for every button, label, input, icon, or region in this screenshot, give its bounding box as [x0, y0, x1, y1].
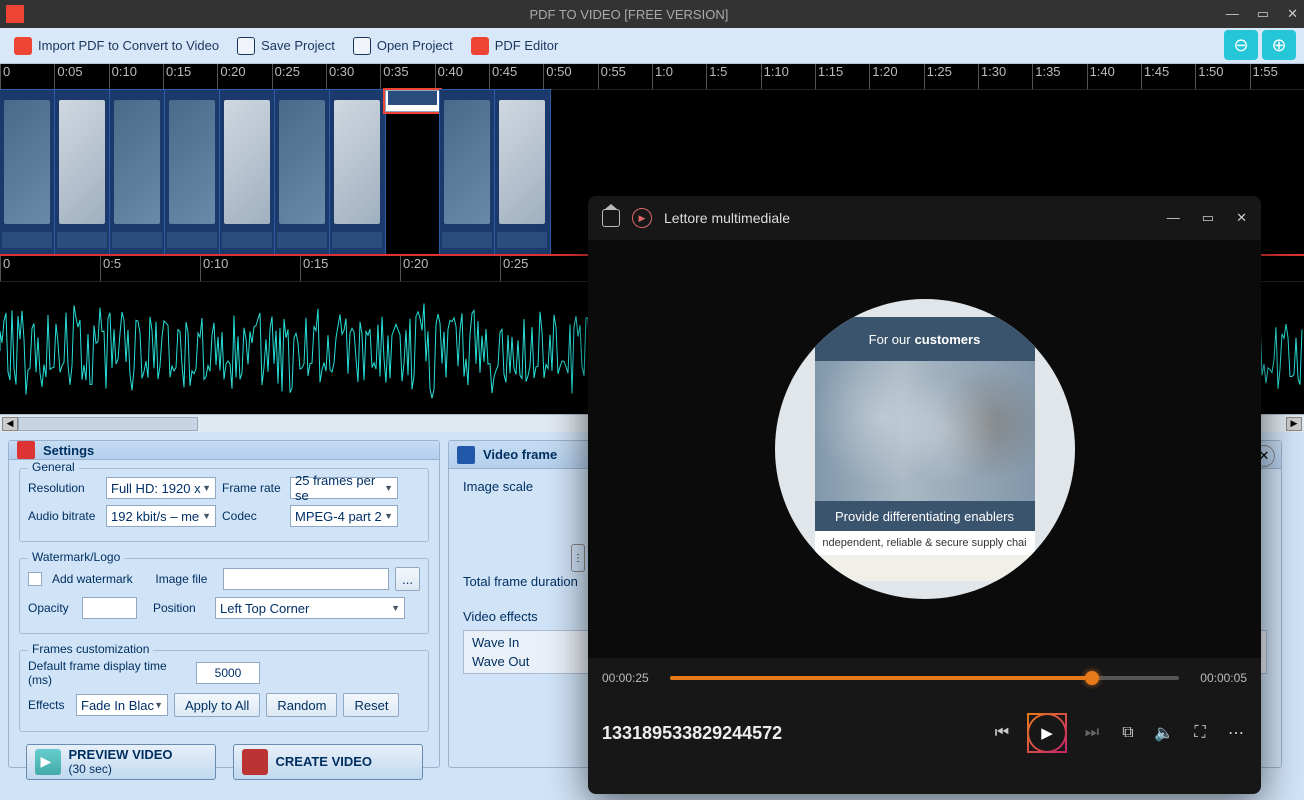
- resolution-label: Resolution: [28, 481, 100, 495]
- player-titlebar: ▶ Lettore multimediale — ▭ ✕: [588, 196, 1261, 240]
- zoom-in-button[interactable]: ⊕: [1262, 30, 1296, 60]
- captions-button[interactable]: ⧉: [1117, 722, 1139, 744]
- close-button[interactable]: ✕: [1287, 6, 1298, 22]
- prev-track-button[interactable]: ⏮: [991, 722, 1013, 744]
- media-player-window: ▶ Lettore multimediale — ▭ ✕ ue proposi …: [588, 196, 1261, 794]
- bitrate-select[interactable]: 192 kbit/s – me▼: [106, 505, 216, 527]
- frame-thumb[interactable]: [165, 90, 220, 254]
- scroll-right-button[interactable]: ▶: [1286, 417, 1302, 431]
- app-icon: [6, 5, 24, 23]
- player-minimize-button[interactable]: —: [1167, 210, 1180, 226]
- import-icon: [14, 37, 32, 55]
- frame-circle: For our customers Provide differentiatin…: [775, 299, 1075, 599]
- seek-knob[interactable]: [1085, 671, 1099, 685]
- settings-icon: [17, 441, 35, 459]
- volume-button[interactable]: 🔈: [1153, 722, 1175, 744]
- next-track-button[interactable]: ⏭: [1081, 722, 1103, 744]
- save-icon: [237, 37, 255, 55]
- card-photo: [815, 361, 1035, 501]
- add-watermark-checkbox[interactable]: [28, 572, 42, 586]
- window-title: PDF TO VIDEO [FREE VERSION]: [32, 7, 1226, 22]
- opacity-label: Opacity: [28, 601, 76, 615]
- imagefile-input[interactable]: [223, 568, 389, 590]
- defaulttime-input[interactable]: [196, 662, 260, 684]
- player-stage: ue proposi For our customers Provide dif…: [588, 240, 1261, 658]
- card-header: For our customers: [815, 317, 1035, 361]
- videoframe-icon: [457, 446, 475, 464]
- imagefile-label: Image file: [155, 572, 217, 586]
- watermark-group: Watermark/Logo Add watermark Image file …: [19, 558, 429, 634]
- collapse-side-button[interactable]: ⋮: [571, 544, 585, 572]
- time-remaining: 00:00:05: [1191, 671, 1247, 685]
- import-pdf-button[interactable]: Import PDF to Convert to Video: [14, 37, 219, 55]
- frame-thumb[interactable]: [110, 90, 165, 254]
- browse-button[interactable]: ...: [395, 567, 420, 591]
- open-project-button[interactable]: Open Project: [353, 37, 453, 55]
- play-button[interactable]: ▶: [1027, 713, 1067, 753]
- create-video-button[interactable]: CREATE VIDEO: [233, 744, 423, 780]
- random-button[interactable]: Random: [266, 693, 337, 717]
- player-close-button[interactable]: ✕: [1236, 210, 1247, 226]
- bitrate-label: Audio bitrate: [28, 509, 100, 523]
- more-button[interactable]: ⋯: [1225, 722, 1247, 744]
- frame-thumb[interactable]: [55, 90, 110, 254]
- pdf-editor-button[interactable]: PDF Editor: [471, 37, 559, 55]
- framerate-label: Frame rate: [222, 481, 284, 495]
- card-bar2: ndependent, reliable & secure supply cha…: [815, 531, 1035, 555]
- opacity-input[interactable]: [82, 597, 137, 619]
- minimize-button[interactable]: —: [1226, 6, 1239, 22]
- frame-thumb[interactable]: [495, 90, 550, 254]
- apply-all-button[interactable]: Apply to All: [174, 693, 260, 717]
- player-controls: 133189533829244572 ⏮ ▶ ⏭ ⧉ 🔈 ⛶ ⋯: [588, 698, 1261, 768]
- frame-thumb[interactable]: [385, 90, 440, 112]
- player-maximize-button[interactable]: ▭: [1202, 210, 1214, 226]
- videoframe-title: Video frame: [483, 447, 557, 462]
- frame-thumb[interactable]: [0, 90, 55, 254]
- frame-thumb[interactable]: [220, 90, 275, 254]
- player-filename: 133189533829244572: [602, 723, 977, 744]
- home-icon[interactable]: [602, 209, 620, 227]
- framerate-select[interactable]: 25 frames per se▼: [290, 477, 398, 499]
- titlebar: PDF TO VIDEO [FREE VERSION] — ▭ ✕: [0, 0, 1304, 28]
- folder-icon: [353, 37, 371, 55]
- effects-label: Effects: [28, 698, 70, 712]
- codec-label: Codec: [222, 509, 284, 523]
- reset-button[interactable]: Reset: [343, 693, 399, 717]
- frames-group: Frames customization Default frame displ…: [19, 650, 429, 732]
- fullscreen-button[interactable]: ⛶: [1189, 722, 1211, 744]
- preview-icon: [35, 749, 61, 775]
- frame-thumb[interactable]: [330, 90, 385, 254]
- position-select[interactable]: Left Top Corner▼: [215, 597, 405, 619]
- timeline-ruler-1: 00:050:100:150:200:250:300:350:400:450:5…: [0, 64, 1304, 90]
- seek-track[interactable]: [670, 676, 1179, 680]
- add-watermark-label: Add watermark: [52, 572, 149, 586]
- player-title: Lettore multimediale: [664, 210, 1155, 226]
- zoom-out-button[interactable]: ⊖: [1224, 30, 1258, 60]
- preview-video-button[interactable]: PREVIEW VIDEO(30 sec): [26, 744, 216, 780]
- save-project-button[interactable]: Save Project: [237, 37, 335, 55]
- position-label: Position: [153, 601, 209, 615]
- player-logo-icon: ▶: [632, 208, 652, 228]
- scroll-left-button[interactable]: ◀: [2, 417, 18, 431]
- resolution-select[interactable]: Full HD: 1920 x▼: [106, 477, 216, 499]
- settings-panel: Settings General Resolution Full HD: 192…: [8, 440, 440, 768]
- pdf-icon: [471, 37, 489, 55]
- codec-select[interactable]: MPEG-4 part 2▼: [290, 505, 398, 527]
- frame-thumb[interactable]: [440, 90, 495, 254]
- settings-title: Settings: [43, 443, 94, 458]
- time-current: 00:00:25: [602, 671, 658, 685]
- create-icon: [242, 749, 268, 775]
- card-bar1: Provide differentiating enablers: [815, 501, 1035, 531]
- scroll-thumb[interactable]: [18, 417, 198, 431]
- main-toolbar: Import PDF to Convert to Video Save Proj…: [0, 28, 1304, 64]
- defaulttime-label: Default frame display time (ms): [28, 659, 190, 687]
- player-seekbar[interactable]: 00:00:25 00:00:05: [588, 658, 1261, 698]
- general-group: General Resolution Full HD: 1920 x▼ Fram…: [19, 468, 429, 542]
- frame-thumb[interactable]: [275, 90, 330, 254]
- effects-select[interactable]: Fade In Blac▼: [76, 694, 168, 716]
- maximize-button[interactable]: ▭: [1257, 6, 1269, 22]
